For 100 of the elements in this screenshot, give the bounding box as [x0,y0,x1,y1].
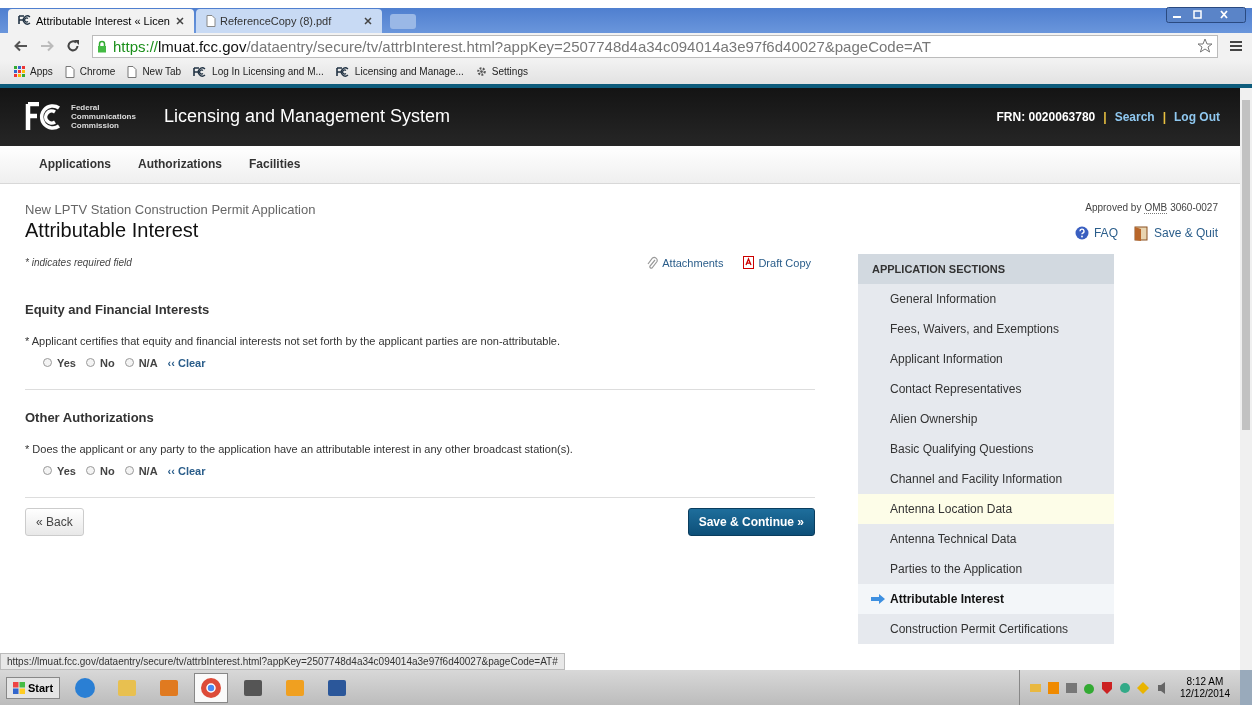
sidebar-item[interactable]: Attributable Interest [858,583,1114,614]
radio-option[interactable]: Yes [43,356,76,369]
sidebar-item[interactable]: Antenna Technical Data [858,523,1114,554]
sidebar-item[interactable]: Antenna Location Data [858,493,1114,524]
sidebar-item[interactable]: Basic Qualifying Questions [858,433,1114,464]
agency-name-line: Commission [71,121,120,130]
apps-grid-icon [14,66,25,78]
sidebar-item[interactable]: Alien Ownership [858,403,1114,434]
status-url: https://lmuat.fcc.gov/dataentry/secure/tv/attrbInterest.html?appKey=2507748d4a34c094014a3e97f6d40027&pageCode=AT# [0,653,565,671]
bookmark-item[interactable]: Licensing and Manage... [335,66,464,78]
document-icon [206,14,216,27]
radio-option[interactable]: Yes [43,464,76,477]
reload-icon[interactable] [66,39,80,54]
page-icon [64,65,75,78]
paperclip-icon [646,255,659,270]
tab-title: ReferenceCopy (8).pdf [220,14,333,27]
door-icon [1133,225,1149,241]
separator: | [1162,109,1166,124]
sidebar-item[interactable]: Parties to the Application [858,553,1114,584]
save-and-quit-link[interactable]: Save & Quit [1133,225,1218,241]
header-link[interactable]: Search [1114,109,1155,124]
clock[interactable]: 8:12 AM 12/12/2014 [1179,675,1230,700]
sidebar-item[interactable]: Channel and Facility Information [858,463,1114,494]
sidebar-heading: APPLICATION SECTIONS [858,253,1114,284]
bookmark-star-icon[interactable] [1197,38,1213,55]
sidebar-item[interactable]: Fees, Waivers, and Exemptions [858,313,1114,344]
radio-button[interactable] [43,466,52,475]
settings-icon [475,66,487,78]
window-controls-drawing[interactable] [1166,7,1246,23]
tab-title: Attributable Interest « Licen [36,14,171,27]
taskbar-app[interactable] [194,672,229,703]
agency-name-line: Federal [71,103,101,112]
attachments-link[interactable]: Attachments [646,255,724,270]
menu-icon[interactable] [1230,40,1242,53]
sidebar-item[interactable]: Contact Representatives [858,373,1114,404]
page-icon [127,65,138,78]
new-tab-button[interactable] [390,13,416,29]
close-icon[interactable] [176,16,184,25]
bookmark-item[interactable]: New Tab [127,65,182,78]
separator: | [1103,109,1107,124]
help-icon [1074,226,1089,240]
radio-option[interactable]: N/A [124,464,158,477]
url-text: https://lmuat.fcc.gov/dataentry/secure/tv/attrbInterest.html?appKey=2507748d4a34c094014a3e97f6d40027&pageCode=AT [113,37,932,55]
agency-name-line: Communications [71,112,136,121]
sidebar-item[interactable]: Construction Permit Certifications [858,613,1114,644]
application-type: New LPTV Station Construction Permit Application [25,201,316,217]
radio-button[interactable] [124,358,134,367]
radio-option[interactable]: No [85,356,115,369]
clock-date: 12/12/2014 [1179,687,1230,700]
approval-text: Approved by [1085,201,1142,214]
fcc-logo-icon [193,66,208,77]
faq-link[interactable]: FAQ [1074,225,1118,241]
radio-option[interactable]: N/A [124,356,158,369]
clear-link[interactable]: ‹‹ Clear [167,464,206,477]
address-field[interactable]: https://lmuat.fcc.gov/dataentry/secure/tv/attrbInterest.html?appKey=2507748d4a34c094014a3e97f6d40027&pageCode=AT [92,34,1218,58]
back-button[interactable]: « Back [25,507,84,536]
save-and-continue-button[interactable]: Save & Continue » [687,507,815,536]
nav-link[interactable]: Facilities [249,157,301,171]
radio-button[interactable] [43,358,52,367]
bookmark-item[interactable]: Log In Licensing and M... [193,66,324,78]
close-icon[interactable] [364,16,372,25]
bookmark-item[interactable]: Chrome [64,65,116,78]
omb-abbreviation: OMB [1144,201,1168,214]
clear-link[interactable]: ‹‹ Clear [167,356,206,369]
clock-time: 8:12 AM [1186,675,1224,688]
bookmark-item[interactable]: Apps [14,66,53,78]
browser-tab[interactable]: ReferenceCopy (8).pdf [196,8,382,33]
section-heading: Equity and Financial Interests [25,301,211,317]
lock-icon [97,39,107,53]
required-field-note: * indicates required field [25,257,132,268]
fcc-logo-icon [18,14,32,27]
sidebar-item[interactable]: General Information [858,283,1114,314]
radio-button[interactable] [85,358,95,367]
section-heading: Other Authorizations [25,409,155,425]
nav-link[interactable]: Applications [39,157,111,171]
question-text: * Applicant certifies that equity and financial interests not set forth by the applicant parties are non-attributable. [25,334,562,347]
browser-tab[interactable]: Attributable Interest « Licen [8,8,194,33]
arrow-icon [871,593,885,604]
start-button[interactable]: Start [6,676,61,699]
radio-button[interactable] [124,466,134,475]
omb-number: 3060-0027 [1170,201,1218,214]
nav-link[interactable]: Authorizations [138,157,222,171]
header-link[interactable]: Log Out [1174,109,1220,124]
page-title: Attributable Interest [25,218,200,242]
back-arrow-icon[interactable] [14,40,28,53]
bookmark-item[interactable]: Settings [475,66,528,78]
forward-arrow-icon[interactable] [40,40,54,53]
sidebar-item[interactable]: Applicant Information [858,343,1114,374]
radio-button[interactable] [85,466,95,475]
app-icon [73,675,98,700]
scrollbar[interactable] [1240,87,1252,671]
windows-logo-icon [13,681,25,694]
frn-number: FRN: 0020063780 [996,109,1096,124]
radio-option[interactable]: No [85,464,115,477]
draft-copy-link[interactable]: Draft Copy [743,255,811,270]
system-title: Licensing and Management System [163,106,452,127]
pdf-icon [743,256,755,269]
fcc-logo-icon [335,66,350,77]
fcc-logo-icon [25,101,63,132]
app-icon [199,675,224,700]
